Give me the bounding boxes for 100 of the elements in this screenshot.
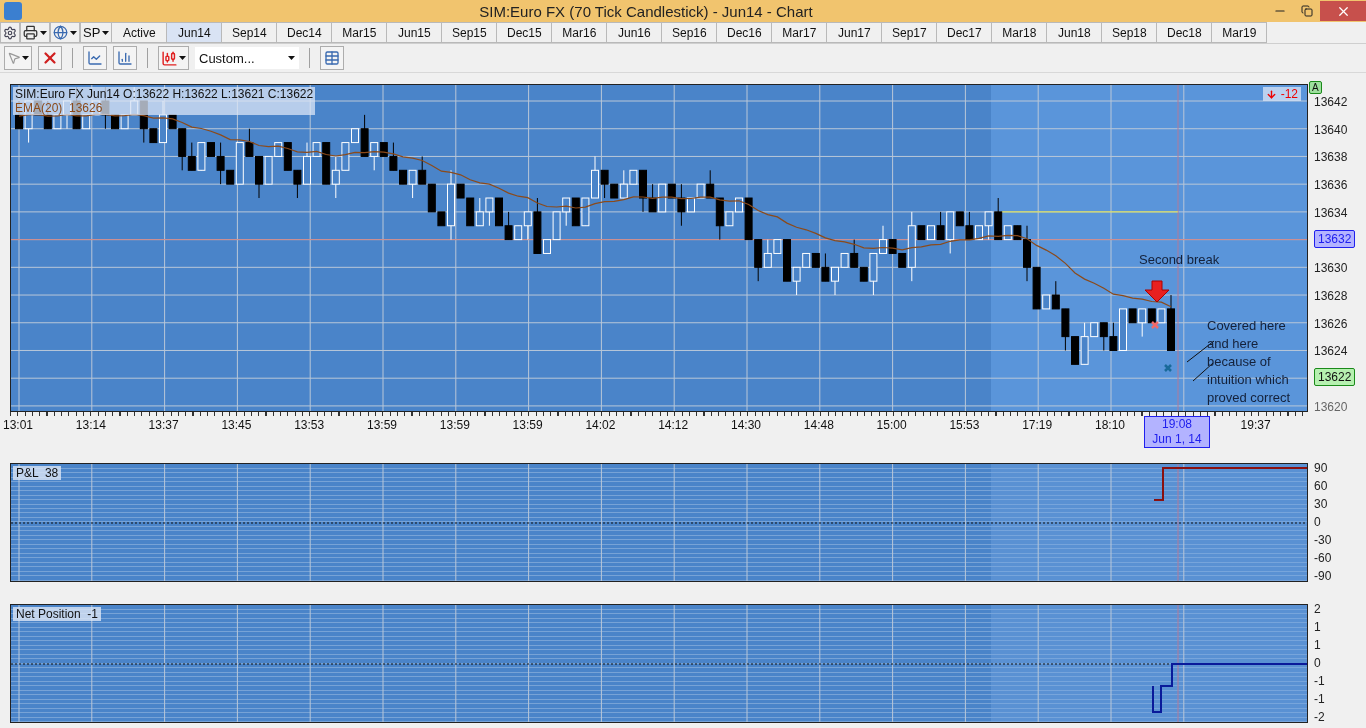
contract-tab[interactable]: Sep18 xyxy=(1102,22,1158,43)
time-tick-label: 13:59 xyxy=(512,418,543,432)
time-tick-label: 15:00 xyxy=(876,418,907,432)
contract-tab[interactable]: Mar15 xyxy=(332,22,388,43)
contract-tab[interactable]: Dec17 xyxy=(937,22,993,43)
contract-tab[interactable]: Jun18 xyxy=(1047,22,1103,43)
time-tick-label: 13:59 xyxy=(439,418,470,432)
auto-scale-badge[interactable]: A xyxy=(1309,81,1322,94)
axis-tick-label: 0 xyxy=(1314,656,1321,670)
time-tick-label: 15:53 xyxy=(949,418,980,432)
line-chart-icon xyxy=(87,50,103,66)
time-tick-label: 17:19 xyxy=(1022,418,1053,432)
candlestick xyxy=(120,114,129,130)
price-tick-label: 13640 xyxy=(1314,122,1348,137)
axis-tick-label: 90 xyxy=(1314,461,1328,475)
bar-chart-icon xyxy=(117,50,133,66)
price-tick-label: 13626 xyxy=(1314,316,1348,331)
axis-tick-label: -1 xyxy=(1314,674,1325,688)
time-tick-label: 13:37 xyxy=(148,418,179,432)
globe-icon xyxy=(53,25,68,40)
app-icon xyxy=(4,2,22,20)
chart-annotation: Covered here and here because of intuition which proved correct xyxy=(1207,317,1292,407)
restore-icon xyxy=(1300,5,1313,17)
price-tick-label: 13628 xyxy=(1314,289,1348,304)
time-tick-label: 14:12 xyxy=(658,418,689,432)
candlestick xyxy=(418,155,427,185)
caret-icon xyxy=(288,56,295,60)
data-series-button[interactable] xyxy=(50,22,80,43)
contract-tab[interactable]: Dec14 xyxy=(277,22,333,43)
printer-icon xyxy=(23,25,38,40)
window-title: SIM:Euro FX (70 Tick Candlestick) - Jun14 - Chart xyxy=(478,2,814,20)
price-tick-label: 13624 xyxy=(1314,344,1348,359)
pointer-button[interactable] xyxy=(4,46,32,70)
time-tick-label: 14:02 xyxy=(585,418,616,432)
time-tick-label: 13:59 xyxy=(367,418,397,432)
axis-tick-label: 0 xyxy=(1314,515,1321,529)
strategies-button[interactable] xyxy=(113,46,137,70)
contract-tab[interactable]: Jun16 xyxy=(607,22,663,43)
price-tick-label: 13636 xyxy=(1314,178,1348,193)
properties-button[interactable] xyxy=(0,22,20,43)
price-tick-label: 13642 xyxy=(1314,95,1348,109)
axis-tick-label: 30 xyxy=(1314,497,1328,511)
contract-tab[interactable]: Jun15 xyxy=(387,22,443,43)
axis-tick-label: -2 xyxy=(1314,710,1325,724)
axis-tick-label: 1 xyxy=(1314,620,1321,634)
contract-tab[interactable]: Mar18 xyxy=(992,22,1048,43)
contract-tab[interactable]: Sep14 xyxy=(222,22,278,43)
contract-tab[interactable]: Dec15 xyxy=(497,22,553,43)
candlestick xyxy=(475,197,484,227)
axis-tick-label: -60 xyxy=(1314,551,1332,565)
down-arrow-icon xyxy=(1265,88,1277,100)
time-tick-label: 19:37 xyxy=(1240,418,1271,432)
axis-tick-label: -30 xyxy=(1314,533,1332,547)
contract-tab[interactable]: Jun14 xyxy=(167,22,223,43)
contract-tab[interactable]: Mar17 xyxy=(772,22,828,43)
instrument-legend: SIM:Euro FX Jun14 O:13622 H:13622 L:13621 C:13622 xyxy=(13,87,316,101)
exit-marker-icon xyxy=(1150,320,1160,330)
panel-title: P&L 38 xyxy=(13,466,62,480)
contract-tab[interactable]: Jun17 xyxy=(827,22,883,43)
price-tick-label: 13638 xyxy=(1314,150,1348,165)
pnl-value: -12 xyxy=(1280,87,1298,101)
contract-tab[interactable]: Dec18 xyxy=(1157,22,1213,43)
remove-button[interactable] xyxy=(38,46,62,70)
delete-icon xyxy=(41,49,59,67)
time-tick-label: 13:14 xyxy=(75,418,106,432)
contract-tab[interactable]: Dec16 xyxy=(717,22,773,43)
table-icon xyxy=(324,50,340,66)
contract-tab[interactable]: Sep17 xyxy=(882,22,938,43)
contract-tab[interactable]: Mar19 xyxy=(1212,22,1268,43)
caret-icon xyxy=(102,30,110,35)
last-price-badge: 13622 xyxy=(1314,368,1356,387)
price-tick-label: 13620 xyxy=(1314,399,1348,414)
cursor-price-badge: 13632 xyxy=(1314,229,1356,248)
time-tick-label: 13:01 xyxy=(3,418,33,432)
ema-legend: EMA(20) 13626 xyxy=(13,101,316,115)
contract-tab[interactable]: Mar16 xyxy=(552,22,608,43)
close-button[interactable] xyxy=(1320,1,1366,21)
contract-tab[interactable]: Sep16 xyxy=(662,22,718,43)
indicators-button[interactable] xyxy=(83,46,107,70)
axis-tick-label: -1 xyxy=(1314,692,1325,706)
pointer-icon xyxy=(7,51,21,65)
time-tick-label: 14:48 xyxy=(803,418,834,432)
sell-arrow-icon xyxy=(1144,280,1170,303)
axis-tick-label: -90 xyxy=(1314,569,1332,583)
candlestick-icon xyxy=(161,49,178,67)
print-button[interactable] xyxy=(20,22,50,43)
chart-style-button[interactable] xyxy=(158,46,189,70)
chart-style-select[interactable]: Custom... xyxy=(195,47,299,69)
panel-title: Net Position -1 xyxy=(13,607,102,621)
cursor-date: Jun 1, 14 xyxy=(1152,432,1202,447)
caret-icon xyxy=(40,30,47,35)
contract-tab[interactable]: Active xyxy=(112,22,168,43)
price-tick-label: 13634 xyxy=(1314,205,1348,220)
candlestick xyxy=(485,197,494,227)
caret-icon xyxy=(22,56,29,60)
candlestick xyxy=(562,197,571,227)
data-box-button[interactable] xyxy=(320,46,344,70)
chart-annotation: Second break xyxy=(1139,251,1220,269)
instrument-button[interactable]: SP xyxy=(80,22,113,43)
contract-tab[interactable]: Sep15 xyxy=(442,22,498,43)
